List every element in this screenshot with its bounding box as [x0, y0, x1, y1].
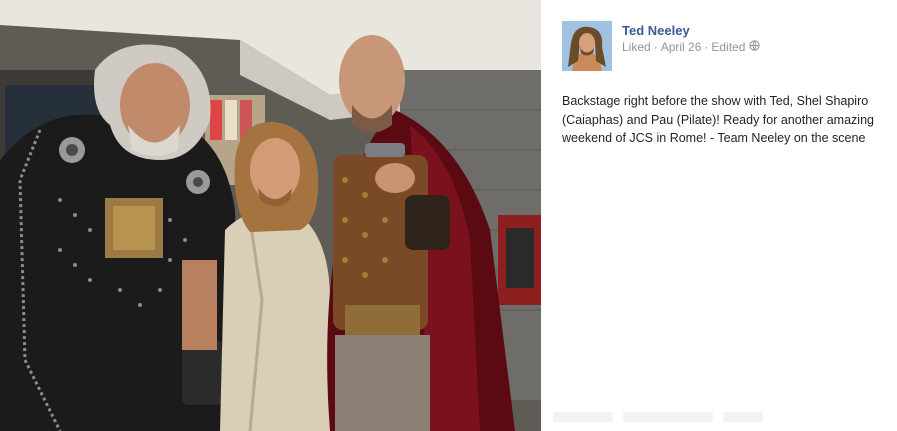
post-caption: Backstage right before the show with Ted…: [562, 94, 874, 145]
faded-footer-actions: [553, 412, 823, 424]
author-name-link[interactable]: Ted Neeley: [622, 23, 690, 38]
avatar-image: [562, 21, 612, 71]
globe-icon[interactable]: [749, 40, 761, 54]
meta-separator: ·: [704, 40, 709, 54]
meta-separator: ·: [653, 40, 658, 54]
post-sidebar: Ted Neeley Liked · April 26 · Edited Bac…: [541, 0, 897, 431]
post-meta: Liked · April 26 · Edited: [622, 40, 761, 54]
author-avatar[interactable]: [562, 21, 612, 71]
liked-status: Liked: [622, 40, 651, 54]
faded-placeholder: [623, 412, 713, 422]
edited-link[interactable]: Edited: [711, 40, 745, 54]
faded-placeholder: [553, 412, 613, 422]
faded-placeholder: [723, 412, 763, 422]
backstage-photo: [0, 0, 541, 431]
post-photo[interactable]: [0, 0, 541, 431]
post-date-link[interactable]: April 26: [661, 40, 702, 54]
